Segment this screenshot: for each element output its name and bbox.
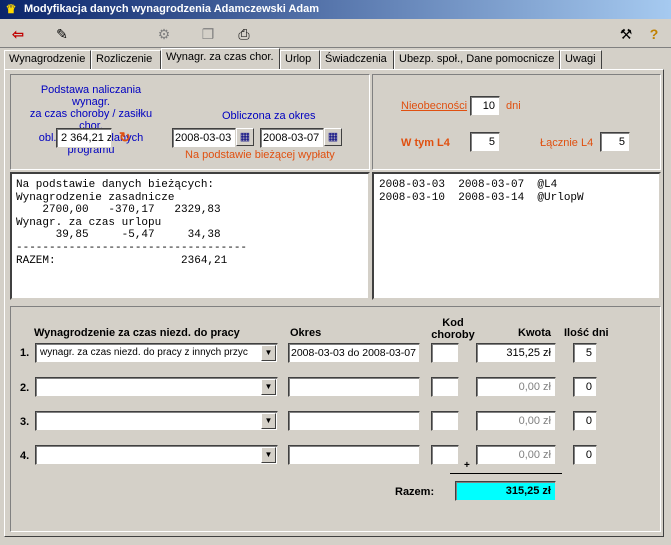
copy-icon: ❐ — [201, 26, 215, 42]
source-note: Na podstawie bieżącej wypłaty — [185, 149, 335, 161]
period-field[interactable] — [288, 445, 420, 465]
period-field[interactable] — [288, 377, 420, 397]
tab-wynagrodzenie[interactable]: Wynagrodzenie — [4, 50, 91, 69]
days-field[interactable]: 0 — [573, 411, 597, 431]
days-field[interactable]: 0 — [573, 445, 597, 465]
row-number: 3. — [20, 416, 30, 428]
amount-field[interactable]: 0,00 zł — [476, 377, 556, 397]
type-value: wynagr. za czas niezd. do pracy z innych… — [40, 347, 248, 358]
col-type-header: Wynagrodzenie za czas niezd. do pracy — [34, 327, 240, 339]
lacznie-l4-field[interactable]: 5 — [600, 132, 630, 152]
col-code-header: Kod choroby — [431, 317, 475, 341]
dni-label: dni — [506, 100, 521, 112]
back-arrow-icon[interactable]: ⇦ — [6, 23, 30, 45]
period-label: Obliczona za okres — [222, 110, 316, 122]
code-field[interactable] — [431, 445, 459, 465]
period-field[interactable]: 2008-03-03 do 2008-03-07 — [288, 343, 420, 363]
plus-sign: + — [464, 460, 470, 471]
chevron-down-icon[interactable]: ▼ — [261, 345, 276, 361]
chevron-down-icon[interactable]: ▼ — [261, 379, 276, 395]
lacznie-l4-label: Łącznie L4 — [540, 137, 594, 149]
calculation-text: Na podstawie danych bieżących: Wynagrodz… — [16, 179, 248, 267]
tab-swiadczenia[interactable]: Świadczenia — [320, 50, 394, 69]
nieobecnosci-label: Nieobecności — [401, 100, 468, 112]
code-field[interactable] — [431, 343, 459, 363]
code-field[interactable] — [431, 377, 459, 397]
col-period-header: Okres — [290, 327, 322, 339]
calendar-icon[interactable]: ▦ — [324, 128, 342, 146]
tab-wynagr-chor[interactable]: Wynagr. za czas chor. — [161, 48, 280, 69]
tab-urlop[interactable]: Urlop — [280, 50, 320, 69]
type-select[interactable]: wynagr. za czas niezd. do pracy z innych… — [35, 343, 278, 363]
w-tym-l4-label: W tym L4 — [401, 137, 450, 149]
help-icon[interactable]: ? — [642, 23, 666, 45]
period-field[interactable] — [288, 411, 420, 431]
calculator-icon[interactable]: ⚒ — [614, 23, 638, 45]
absence-panel — [372, 74, 661, 170]
chevron-down-icon[interactable]: ▼ — [261, 413, 276, 429]
sum-line — [450, 473, 562, 474]
tab-bar: Wynagrodzenie Rozliczenie Wynagr. za cza… — [4, 48, 664, 70]
code-field[interactable] — [431, 411, 459, 431]
amount-field[interactable]: 0,00 zł — [476, 411, 556, 431]
date-to-field[interactable]: 2008-03-07 — [260, 128, 324, 148]
chevron-down-icon[interactable]: ▼ — [261, 447, 276, 463]
tab-uwagi[interactable]: Uwagi — [560, 50, 602, 69]
calendar-icon[interactable]: ▦ — [236, 128, 254, 146]
tool-icon: ⚙ — [157, 26, 171, 42]
edit-icon[interactable]: ✎ — [50, 23, 74, 45]
amount-field[interactable]: 315,25 zł — [476, 343, 556, 363]
total-field: 315,25 zł — [455, 481, 556, 501]
row-number: 4. — [20, 450, 30, 462]
total-label: Razem: — [395, 486, 435, 498]
row-number: 1. — [20, 347, 30, 359]
window-title: Modyfikacja danych wynagrodzenia Adamcze… — [24, 3, 320, 15]
type-select[interactable]: ▼ — [35, 411, 278, 431]
date-from-field[interactable]: 2008-03-03 — [172, 128, 236, 148]
nieobecnosci-field[interactable]: 10 — [470, 96, 500, 116]
tab-rozliczenie[interactable]: Rozliczenie — [91, 50, 161, 69]
print-icon[interactable]: ⎙ — [232, 23, 256, 45]
app-icon: ♛ — [5, 2, 17, 16]
days-field[interactable]: 0 — [573, 377, 597, 397]
recalc-icon[interactable]: ↻ — [119, 129, 135, 145]
row-number: 2. — [20, 382, 30, 394]
toolbar: ⇦ ✎ ⚙ ❐ ⎙ ⚒ ? — [0, 20, 671, 48]
days-field[interactable]: 5 — [573, 343, 597, 363]
amount-field[interactable]: 0,00 zł — [476, 445, 556, 465]
type-select[interactable]: ▼ — [35, 377, 278, 397]
col-amount-header: Kwota — [518, 327, 551, 339]
periods-text: 2008-03-03 2008-03-07 @L4 2008-03-10 200… — [379, 179, 584, 204]
basis-value-field[interactable]: 2 364,21 zł — [56, 128, 112, 148]
title-bar: ♛ Modyfikacja danych wynagrodzenia Adamc… — [0, 0, 671, 19]
calculation-details[interactable]: Na podstawie danych bieżących: Wynagrodz… — [10, 172, 370, 300]
w-tym-l4-field[interactable]: 5 — [470, 132, 500, 152]
col-days-header: Ilość dni — [564, 327, 609, 339]
type-select[interactable]: ▼ — [35, 445, 278, 465]
periods-list[interactable]: 2008-03-03 2008-03-07 @L4 2008-03-10 200… — [372, 172, 661, 300]
tab-ubezp[interactable]: Ubezp. społ., Dane pomocnicze — [394, 50, 560, 69]
